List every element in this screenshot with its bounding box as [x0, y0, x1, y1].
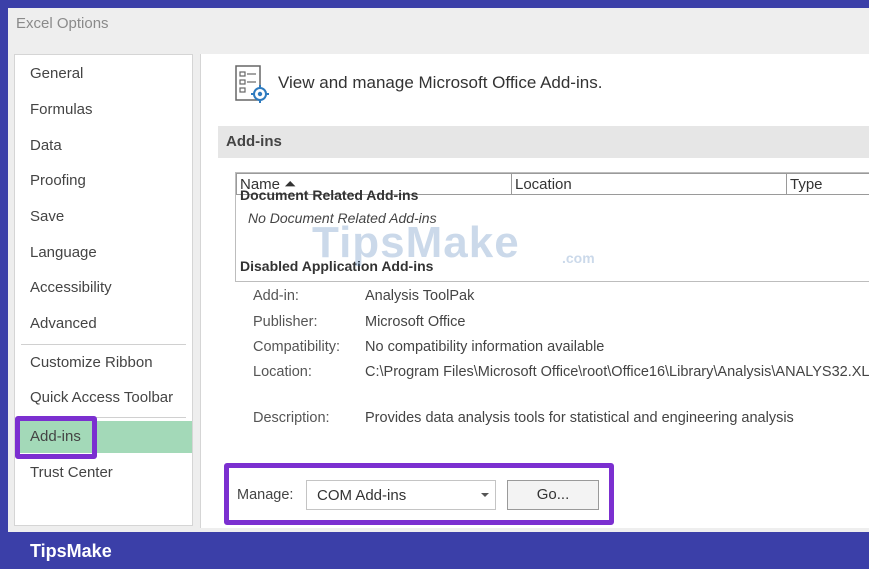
sidebar-item-label: General	[30, 65, 84, 82]
brand-footer: TipsMake	[0, 532, 869, 569]
detail-location-label: Location:	[253, 364, 312, 380]
section-title: Add-ins	[226, 133, 282, 150]
watermark-logo: TipsMake	[312, 218, 520, 267]
brand-label: TipsMake	[30, 541, 112, 561]
section-header: Add-ins	[218, 126, 869, 158]
sidebar-item-general[interactable]: General	[15, 58, 192, 90]
column-header-location[interactable]: Location	[511, 173, 787, 195]
detail-location-value: C:\Program Files\Microsoft Office\root\O…	[365, 364, 869, 380]
sidebar-item-proofing[interactable]: Proofing	[15, 165, 192, 197]
sidebar-item-label: Formulas	[30, 101, 93, 118]
detail-publisher-value: Microsoft Office	[365, 314, 466, 330]
add-ins-highlight-box	[15, 416, 97, 459]
sidebar-item-quick-access-toolbar[interactable]: Quick Access Toolbar	[15, 382, 192, 414]
sidebar-item-label: Proofing	[30, 172, 86, 189]
sidebar-item-label: Data	[30, 137, 62, 154]
manage-highlight-box	[224, 463, 614, 525]
detail-description-value: Provides data analysis tools for statist…	[365, 410, 794, 426]
sidebar-divider	[21, 344, 186, 345]
add-ins-panel: View and manage Microsoft Office Add-ins…	[200, 54, 869, 528]
detail-publisher-label: Publisher:	[253, 314, 318, 330]
title-bar: Excel Options	[8, 8, 869, 44]
sidebar-item-label: Advanced	[30, 315, 97, 332]
detail-addin-value: Analysis ToolPak	[365, 288, 475, 304]
sidebar-item-formulas[interactable]: Formulas	[15, 94, 192, 126]
column-header-type[interactable]: Type	[786, 173, 869, 195]
sidebar-item-data[interactable]: Data	[15, 130, 192, 162]
window-title: Excel Options	[16, 15, 109, 32]
page-title: View and manage Microsoft Office Add-ins…	[278, 73, 603, 92]
list-group-header: Document Related Add-ins	[240, 190, 419, 200]
detail-compatibility-value: No compatibility information available	[365, 339, 605, 355]
sidebar-item-label: Save	[30, 208, 65, 225]
sidebar-item-label: Trust Center	[30, 464, 113, 481]
addins-gear-icon	[234, 64, 270, 109]
sidebar-item-accessibility[interactable]: Accessibility	[15, 272, 192, 304]
sidebar-item-language[interactable]: Language	[15, 237, 192, 269]
detail-compatibility-label: Compatibility:	[253, 339, 341, 355]
watermark-suffix: .com	[562, 250, 595, 266]
sidebar-item-save[interactable]: Save	[15, 201, 192, 233]
sidebar-item-label: Quick Access Toolbar	[30, 389, 174, 406]
detail-addin-label: Add-in:	[253, 288, 299, 304]
sidebar-item-advanced[interactable]: Advanced	[15, 308, 192, 340]
sidebar-item-label: Accessibility	[30, 279, 112, 296]
sidebar-item-label: Customize Ribbon	[30, 354, 153, 371]
sidebar-item-trust-center[interactable]: Trust Center	[15, 457, 192, 489]
detail-description-label: Description:	[253, 410, 330, 426]
sidebar-item-customize-ribbon[interactable]: Customize Ribbon	[15, 347, 192, 379]
sidebar-item-label: Language	[30, 244, 97, 261]
